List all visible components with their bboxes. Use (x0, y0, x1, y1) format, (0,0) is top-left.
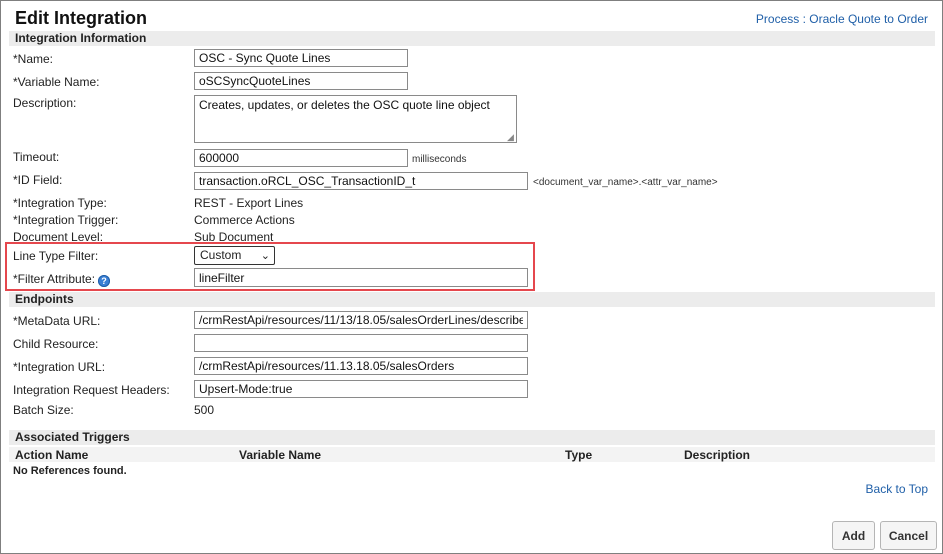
add-button[interactable]: Add (832, 521, 875, 550)
metadata-url-label: *MetaData URL: (13, 314, 101, 328)
id-field-label: *ID Field: (13, 173, 63, 187)
resize-grip-icon[interactable]: ◢ (507, 132, 514, 143)
request-headers-label: Integration Request Headers: (13, 383, 170, 397)
timeout-label: Timeout: (13, 150, 60, 164)
help-circle-icon[interactable]: ? (98, 275, 111, 287)
back-to-top-link[interactable]: Back to Top (866, 482, 928, 496)
id-field-hint: <document_var_name>.<attr_var_name> (533, 177, 718, 188)
column-variable-name: Variable Name (239, 448, 322, 462)
process-link[interactable]: Process : Oracle Quote to Order (756, 12, 928, 26)
column-type: Type (565, 448, 593, 462)
description-textarea[interactable]: Creates, updates, or deletes the OSC quo… (194, 95, 517, 143)
section-integration-information: Integration Information (9, 31, 935, 46)
name-input[interactable] (194, 49, 408, 67)
line-type-filter-select[interactable]: Custom ⌄ (194, 246, 275, 265)
metadata-url-input[interactable] (194, 311, 528, 329)
column-description: Description (684, 448, 751, 462)
id-field-input[interactable] (194, 172, 528, 190)
name-label: *Name: (13, 52, 54, 66)
chevron-down-icon: ⌄ (260, 250, 270, 262)
description-label: Description: (13, 96, 77, 110)
filter-attribute-input[interactable] (194, 268, 528, 287)
page-title: Edit Integration (15, 8, 147, 28)
section-endpoints: Endpoints (9, 292, 935, 307)
integration-trigger-label: *Integration Trigger: (13, 213, 119, 227)
integration-url-label: *Integration URL: (13, 360, 106, 374)
integration-type-value: REST - Export Lines (194, 196, 304, 210)
filter-attribute-label-row: *Filter Attribute:? (13, 272, 111, 287)
child-resource-label: Child Resource: (13, 337, 99, 351)
child-resource-input[interactable] (194, 334, 528, 352)
no-references-message: No References found. (13, 465, 127, 477)
section-associated-triggers: Associated Triggers (9, 430, 935, 445)
integration-trigger-value: Commerce Actions (194, 213, 295, 227)
filter-attribute-label: *Filter Attribute: (13, 272, 96, 286)
variable-name-input[interactable] (194, 72, 408, 90)
line-type-filter-selected: Custom (200, 248, 242, 262)
triggers-table-header (9, 447, 935, 462)
integration-url-input[interactable] (194, 357, 528, 375)
timeout-unit: milliseconds (412, 154, 467, 165)
edit-integration-panel: Edit Integration Process : Oracle Quote … (0, 0, 943, 554)
batch-size-value: 500 (194, 403, 215, 417)
request-headers-input[interactable] (194, 380, 528, 398)
variable-name-label: *Variable Name: (13, 75, 100, 89)
cancel-button[interactable]: Cancel (880, 521, 937, 550)
batch-size-label: Batch Size: (13, 403, 74, 417)
timeout-input[interactable] (194, 149, 408, 167)
line-type-filter-label: Line Type Filter: (13, 249, 99, 263)
column-action-name: Action Name (15, 448, 89, 462)
integration-type-label: *Integration Type: (13, 196, 107, 210)
